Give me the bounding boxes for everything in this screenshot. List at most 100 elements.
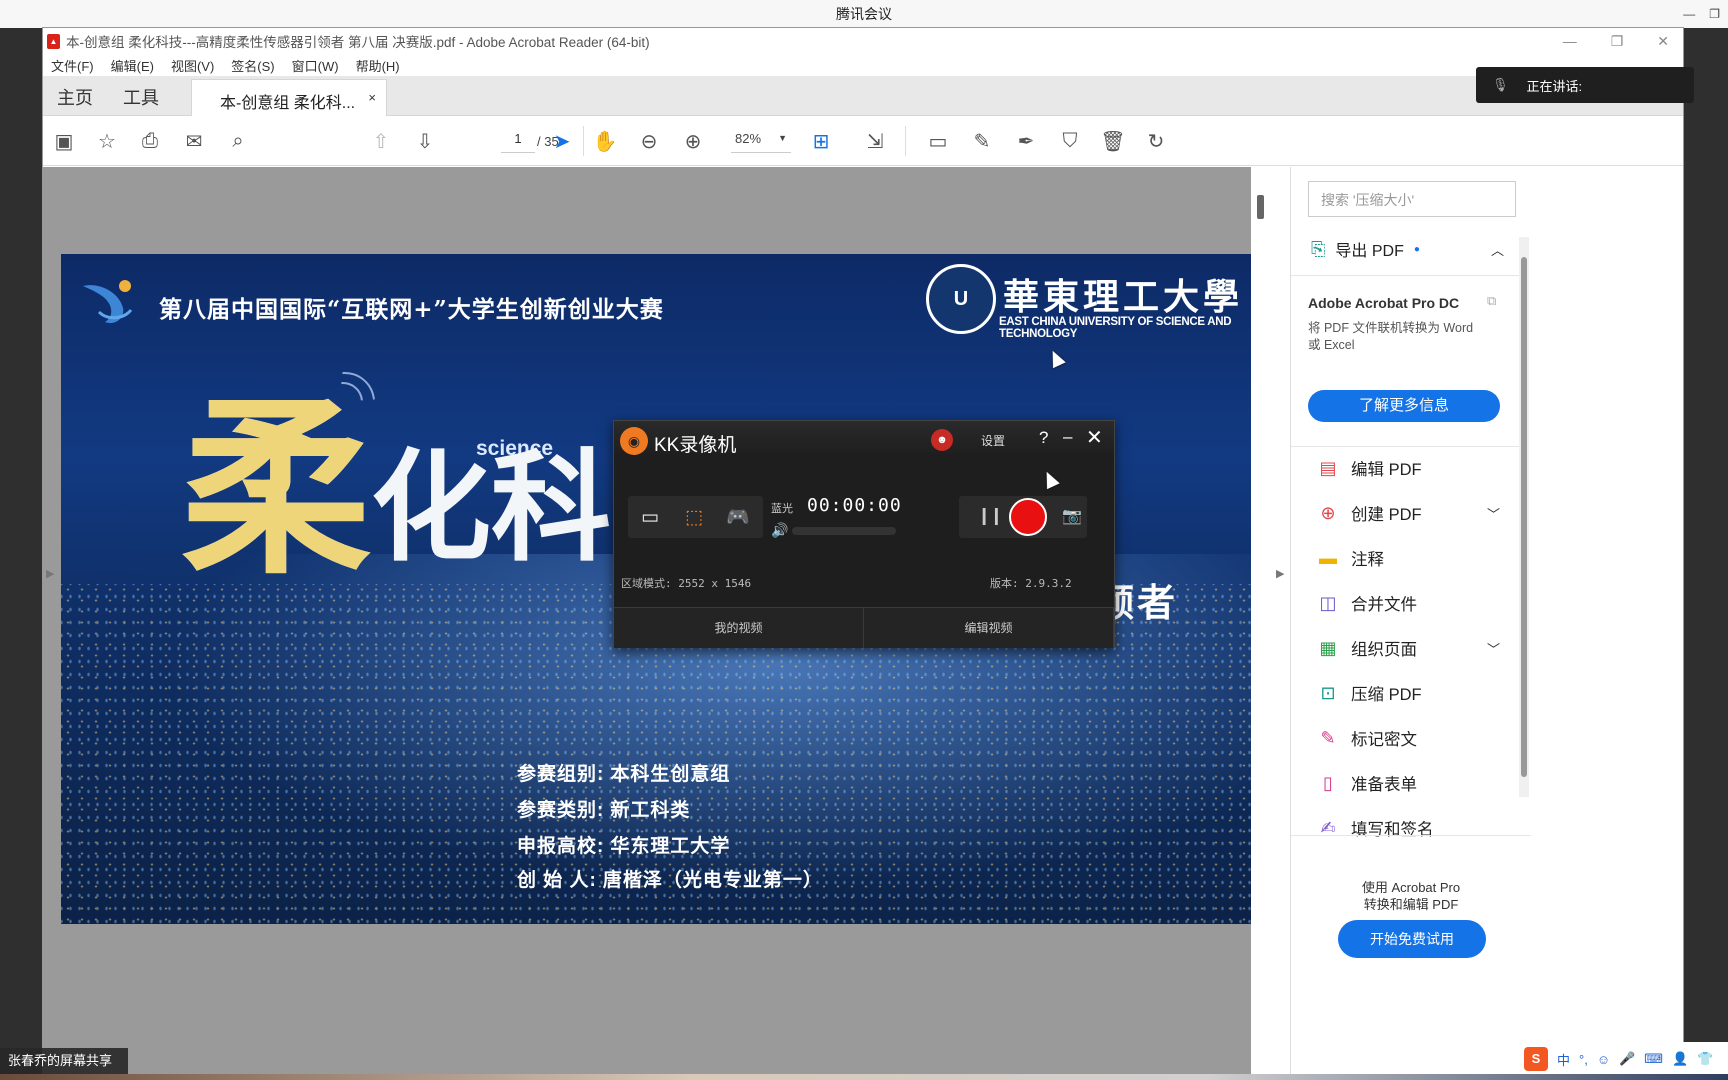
vertical-scrollbar[interactable] xyxy=(1251,167,1271,1078)
university-name-en: EAST CHINA UNIVERSITY OF SCIENCE AND TEC… xyxy=(999,316,1232,340)
select-cursor-icon[interactable]: ➤ xyxy=(549,128,575,154)
compress-pdf-icon: ⊡ xyxy=(1320,682,1336,703)
panel-toggle-strip: ▶ xyxy=(1271,167,1291,1078)
volume-icon[interactable]: 🔊 xyxy=(771,522,788,539)
pause-icon[interactable]: ❙❙ xyxy=(977,506,1003,526)
menu-edit[interactable]: 编辑(E) xyxy=(111,56,154,75)
tab-home[interactable]: 主页 xyxy=(57,84,93,110)
use-pro-text: 使用 Acrobat Pro 转换和编辑 PDF xyxy=(1291,879,1531,913)
info-value: 本科生创意组 xyxy=(610,764,731,785)
scroll-thumb[interactable] xyxy=(1257,195,1264,219)
shirt-icon[interactable]: 👕 xyxy=(1697,1051,1713,1067)
minimize-icon[interactable]: — xyxy=(1563,33,1577,49)
copy-icon[interactable]: ⧉ xyxy=(1487,293,1496,309)
panel-scrollbar[interactable] xyxy=(1519,237,1529,797)
tool-edit-pdf[interactable]: ▤ 编辑 PDF xyxy=(1317,456,1421,480)
page-number-input[interactable]: 1 xyxy=(501,131,535,153)
tool-comment[interactable]: ▬ 注释 xyxy=(1317,546,1384,570)
tool-label: 合并文件 xyxy=(1351,596,1417,614)
minimize-icon[interactable]: — xyxy=(1683,7,1695,21)
emoji-icon[interactable]: ☺ xyxy=(1597,1052,1610,1067)
kk-mode-selector: ▭ ⬚ 🎮 xyxy=(628,496,763,538)
keyboard-icon[interactable]: ⌨ xyxy=(1644,1051,1663,1067)
help-icon[interactable]: ? xyxy=(1039,428,1048,448)
redact-icon: ✎ xyxy=(1320,727,1336,748)
close-icon[interactable]: ✕ xyxy=(1086,425,1103,450)
punctuation-icon[interactable]: °, xyxy=(1579,1052,1588,1067)
tool-compress-pdf[interactable]: ⊡ 压缩 PDF xyxy=(1317,681,1421,705)
prev-page-icon[interactable]: ⇧ xyxy=(368,128,394,154)
chevron-down-icon[interactable]: ﹀ xyxy=(1487,504,1500,523)
tab-tools[interactable]: 工具 xyxy=(123,84,159,110)
game-mode-icon[interactable]: 🎮 xyxy=(724,505,752,529)
hand-tool-icon[interactable]: ✋ xyxy=(592,128,618,154)
contest-title: 第八届中国国际“互联网+”大学生创新创业大赛 xyxy=(159,296,664,323)
tool-organize-pages[interactable]: ▦ 组织页面 ﹀ xyxy=(1317,636,1500,660)
minimize-icon[interactable]: – xyxy=(1063,427,1072,447)
sign-icon[interactable]: ✒ xyxy=(1013,128,1039,154)
info-row: 创 始 人: 唐楷泽（光电专业第一） xyxy=(517,865,823,892)
rotate-icon[interactable]: ↻ xyxy=(1143,128,1169,154)
kk-settings-button[interactable]: 设置 xyxy=(981,432,1005,449)
region-mode-icon[interactable]: ⬚ xyxy=(680,505,708,529)
tool-create-pdf[interactable]: ⊕ 创建 PDF ﹀ xyxy=(1317,501,1500,525)
zoom-select[interactable]: 82% ▼ xyxy=(731,131,791,153)
learn-more-button[interactable]: 了解更多信息 xyxy=(1308,390,1500,422)
collapse-right-icon[interactable]: ▶ xyxy=(1276,567,1284,580)
menu-sign[interactable]: 签名(S) xyxy=(231,56,274,75)
free-trial-button[interactable]: 开始免费试用 xyxy=(1338,920,1486,958)
menu-file[interactable]: 文件(F) xyxy=(51,56,94,75)
highlight-icon[interactable]: ✎ xyxy=(969,128,995,154)
kk-quality[interactable]: 蓝光 xyxy=(771,500,793,516)
print-icon[interactable]: ⎙ xyxy=(137,128,163,154)
my-videos-button[interactable]: 我的视频 xyxy=(614,608,864,648)
search-icon[interactable]: ⌕ xyxy=(225,128,251,154)
user-icon[interactable]: 👤 xyxy=(1672,1051,1688,1067)
fit-page-icon[interactable]: ⊞ xyxy=(808,128,834,154)
chevron-up-icon[interactable]: ︿ xyxy=(1491,240,1504,259)
restore-icon[interactable]: ❐ xyxy=(1709,7,1720,21)
stamp-icon[interactable]: ⛉ xyxy=(1057,128,1083,154)
edit-video-button[interactable]: 编辑视频 xyxy=(864,608,1114,648)
next-page-icon[interactable]: ⇩ xyxy=(412,128,438,154)
screenshot-icon[interactable]: 📷 xyxy=(1062,506,1082,526)
create-pdf-icon: ⊕ xyxy=(1320,502,1336,523)
record-button[interactable] xyxy=(1009,498,1047,536)
tool-combine-files[interactable]: ◫ 合并文件 xyxy=(1317,591,1417,615)
sogou-icon[interactable]: S xyxy=(1524,1047,1548,1071)
mail-icon[interactable]: ✉ xyxy=(181,128,207,154)
star-icon[interactable]: ☆ xyxy=(94,128,120,154)
bottom-strip xyxy=(0,1074,1728,1080)
zoom-in-icon[interactable]: ⊕ xyxy=(680,128,706,154)
ime-lang[interactable]: 中 xyxy=(1557,1050,1570,1069)
chevron-down-icon[interactable]: ﹀ xyxy=(1487,639,1500,658)
info-label: 申报高校: xyxy=(517,836,605,857)
scroll-thumb[interactable] xyxy=(1521,257,1527,777)
comment-icon[interactable]: ▭ xyxy=(925,128,951,154)
tool-prepare-form[interactable]: ▯ 准备表单 xyxy=(1317,771,1417,795)
tab-document[interactable]: 本-创意组 柔化科... × xyxy=(191,79,387,116)
scroll-mode-icon[interactable]: ⇲ xyxy=(862,128,888,154)
pdf-file-icon: ▲ xyxy=(47,33,60,49)
university-name: 華東理工大學 xyxy=(1003,276,1244,318)
export-pdf-header[interactable]: ⎘ 导出 PDF ● ︿ xyxy=(1311,237,1504,261)
tools-search-input[interactable]: 搜索 '压缩大小' xyxy=(1308,181,1516,217)
tool-redact[interactable]: ✎ 标记密文 xyxy=(1317,726,1417,750)
info-row: 申报高校: 华东理工大学 xyxy=(517,831,730,858)
kk-version: 版本: 2.9.3.2 xyxy=(990,577,1072,590)
volume-slider[interactable] xyxy=(792,527,896,535)
delete-icon[interactable]: 🗑 xyxy=(1100,128,1126,154)
close-tab-icon[interactable]: × xyxy=(368,90,376,105)
menu-view[interactable]: 视图(V) xyxy=(171,56,214,75)
maximize-icon[interactable]: ❐ xyxy=(1611,33,1624,50)
avatar[interactable]: ☻ xyxy=(931,429,953,451)
fullscreen-mode-icon[interactable]: ▭ xyxy=(636,505,664,529)
save-icon[interactable]: ▣ xyxy=(51,128,77,154)
zoom-out-icon[interactable]: ⊖ xyxy=(636,128,662,154)
menu-help[interactable]: 帮助(H) xyxy=(356,56,400,75)
mic-icon[interactable]: 🎤 xyxy=(1619,1051,1635,1067)
close-icon[interactable]: ✕ xyxy=(1657,33,1669,50)
menu-window[interactable]: 窗口(W) xyxy=(292,56,339,75)
expand-left-icon[interactable]: ▶ xyxy=(46,567,54,580)
tab-bar: 主页 工具 本-创意组 柔化科... × xyxy=(43,76,1683,116)
